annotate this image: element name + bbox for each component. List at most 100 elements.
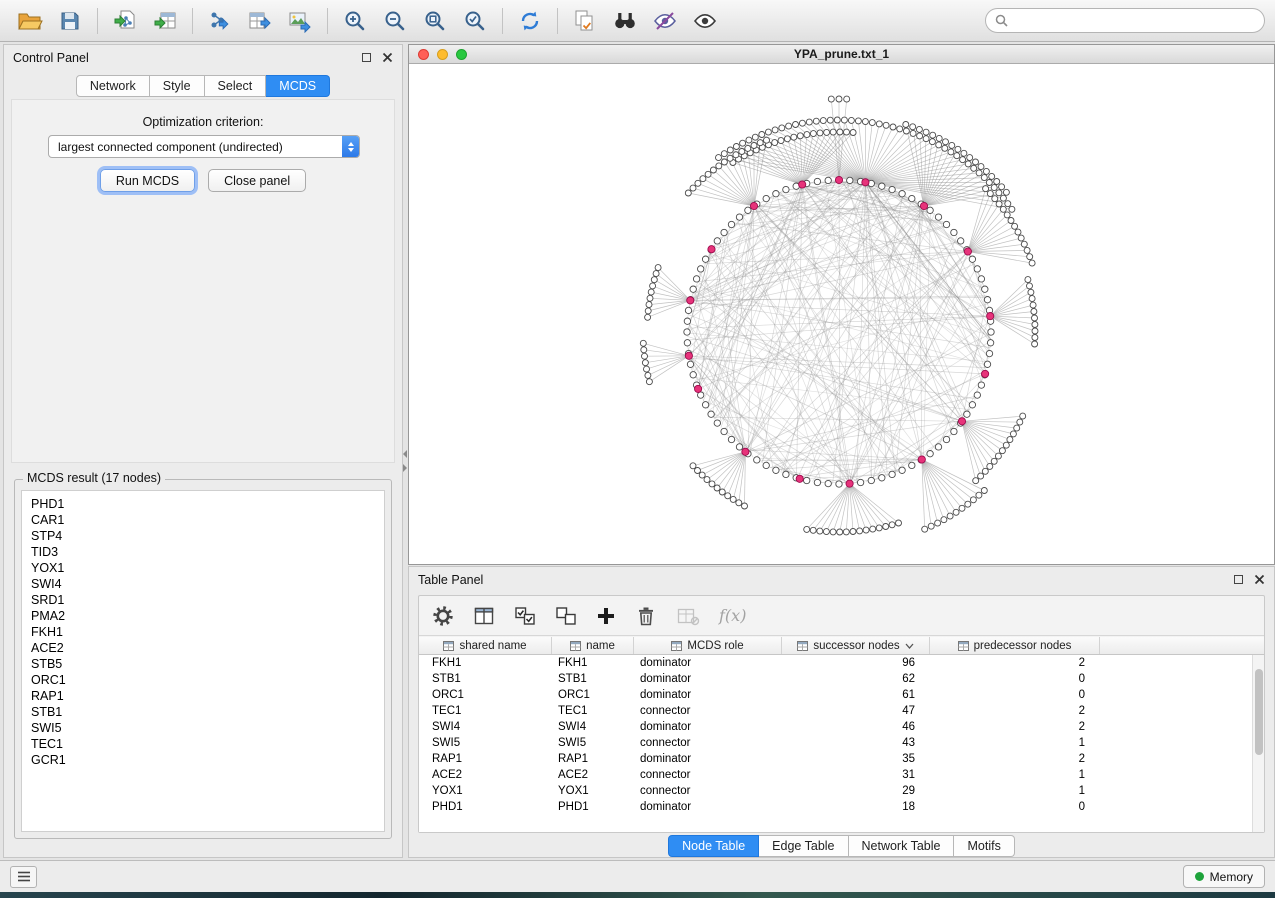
optimization-criterion-select[interactable]: largest connected component (undirected) [48, 135, 360, 158]
search-input[interactable] [1014, 14, 1255, 28]
mcds-result-item[interactable]: ACE2 [22, 640, 384, 656]
tab-edge-table[interactable]: Edge Table [759, 835, 848, 857]
close-window-light[interactable] [418, 49, 429, 60]
cell-name: PHD1 [552, 799, 634, 815]
hide-selected-button[interactable] [645, 4, 685, 38]
float-icon[interactable] [362, 53, 371, 62]
close-panel-button[interactable]: Close panel [208, 169, 306, 192]
network-canvas[interactable] [409, 64, 1274, 564]
mcds-result-item[interactable]: GCR1 [22, 752, 384, 768]
mcds-result-item[interactable]: FKH1 [22, 624, 384, 640]
cell-predecessor_nodes: 2 [930, 719, 1100, 735]
table-row[interactable]: SWI4SWI4dominator462 [419, 719, 1264, 735]
mcds-result-item[interactable]: PHD1 [22, 496, 384, 512]
toolbar-separator [327, 8, 328, 34]
delete-column-button[interactable] [635, 605, 657, 627]
fx-function-button[interactable]: f(x) [719, 606, 746, 625]
zoom-in-button[interactable] [335, 4, 375, 38]
zoom-fit-button[interactable] [415, 4, 455, 38]
table-icon [570, 641, 581, 651]
table-row[interactable]: YOX1YOX1connector291 [419, 783, 1264, 799]
cell-shared_name: RAP1 [419, 751, 552, 767]
tab-node-table[interactable]: Node Table [668, 835, 759, 857]
run-mcds-button[interactable]: Run MCDS [100, 169, 195, 192]
zoom-out-button[interactable] [375, 4, 415, 38]
export-network-button[interactable] [200, 4, 240, 38]
status-bar: Memory [0, 860, 1275, 892]
add-column-button[interactable] [596, 606, 616, 626]
mcds-result-item[interactable]: TEC1 [22, 736, 384, 752]
table-panel-header: Table Panel [409, 567, 1274, 592]
table-row[interactable]: SWI5SWI5connector431 [419, 735, 1264, 751]
select-all-button[interactable] [514, 605, 536, 627]
close-icon[interactable] [1254, 574, 1265, 585]
cell-successor_nodes: 31 [782, 767, 930, 783]
open-file-button[interactable] [10, 4, 50, 38]
refresh-button[interactable] [510, 4, 550, 38]
table-row[interactable]: PHD1PHD1dominator180 [419, 799, 1264, 815]
export-table-button[interactable] [240, 4, 280, 38]
column-header-MCDS-role[interactable]: MCDS role [634, 637, 782, 654]
import-table-button[interactable] [145, 4, 185, 38]
table-row[interactable]: STB1STB1dominator620 [419, 671, 1264, 687]
network-titlebar[interactable]: YPA_prune.txt_1 [409, 45, 1274, 64]
deselect-all-button[interactable] [555, 605, 577, 627]
tab-motifs[interactable]: Motifs [954, 835, 1014, 857]
table-settings-button[interactable] [432, 605, 454, 627]
cell-shared_name: SWI4 [419, 719, 552, 735]
show-all-button[interactable] [685, 4, 725, 38]
minimize-window-light[interactable] [437, 49, 448, 60]
search-icon [995, 14, 1008, 27]
column-header-shared-name[interactable]: shared name [419, 637, 552, 654]
zoom-window-light[interactable] [456, 49, 467, 60]
tab-network-table[interactable]: Network Table [849, 835, 955, 857]
column-settings-button[interactable] [473, 605, 495, 627]
export-image-button[interactable] [280, 4, 320, 38]
mcds-result-item[interactable]: PMA2 [22, 608, 384, 624]
mcds-result-item[interactable]: ORC1 [22, 672, 384, 688]
table-row[interactable]: FKH1FKH1dominator962 [419, 655, 1264, 671]
cell-name: ACE2 [552, 767, 634, 783]
mcds-result-item[interactable]: YOX1 [22, 560, 384, 576]
mcds-result-item[interactable]: CAR1 [22, 512, 384, 528]
mcds-result-item[interactable]: STP4 [22, 528, 384, 544]
mcds-result-item[interactable]: SRD1 [22, 592, 384, 608]
search-field[interactable] [985, 8, 1265, 33]
scrollbar-thumb[interactable] [1255, 669, 1263, 755]
tab-style[interactable]: Style [150, 75, 205, 97]
clone-network-button[interactable] [565, 4, 605, 38]
table-row[interactable]: RAP1RAP1dominator352 [419, 751, 1264, 767]
save-session-button[interactable] [50, 4, 90, 38]
mcds-result-item[interactable]: STB5 [22, 656, 384, 672]
mcds-result-item[interactable]: SWI4 [22, 576, 384, 592]
tab-mcds[interactable]: MCDS [266, 75, 330, 97]
cell-shared_name: FKH1 [419, 655, 552, 671]
column-header-name[interactable]: name [552, 637, 634, 654]
column-header-successor-nodes[interactable]: successor nodes [782, 637, 930, 654]
table-row[interactable]: ACE2ACE2connector311 [419, 767, 1264, 783]
cell-successor_nodes: 18 [782, 799, 930, 815]
tab-network[interactable]: Network [76, 75, 150, 97]
column-header-predecessor-nodes[interactable]: predecessor nodes [930, 637, 1100, 654]
mcds-result-item[interactable]: STB1 [22, 704, 384, 720]
memory-button[interactable]: Memory [1183, 865, 1265, 888]
close-icon[interactable] [382, 52, 393, 63]
import-network-button[interactable] [105, 4, 145, 38]
columns-icon [473, 605, 495, 627]
cell-name: ORC1 [552, 687, 634, 703]
mcds-result-item[interactable]: SWI5 [22, 720, 384, 736]
delete-table-icon [676, 605, 700, 627]
table-row[interactable]: TEC1TEC1connector472 [419, 703, 1264, 719]
table-row[interactable]: ORC1ORC1dominator610 [419, 687, 1264, 703]
table-scrollbar[interactable] [1252, 655, 1264, 832]
tab-select[interactable]: Select [205, 75, 267, 97]
zoom-selected-button[interactable] [455, 4, 495, 38]
mcds-result-item[interactable]: RAP1 [22, 688, 384, 704]
import-network-icon [113, 9, 137, 33]
first-neighbors-button[interactable] [605, 4, 645, 38]
network-window: YPA_prune.txt_1 [408, 44, 1275, 565]
status-menu-button[interactable] [10, 866, 37, 888]
export-image-icon [288, 9, 312, 33]
float-icon[interactable] [1234, 575, 1243, 584]
mcds-result-item[interactable]: TID3 [22, 544, 384, 560]
